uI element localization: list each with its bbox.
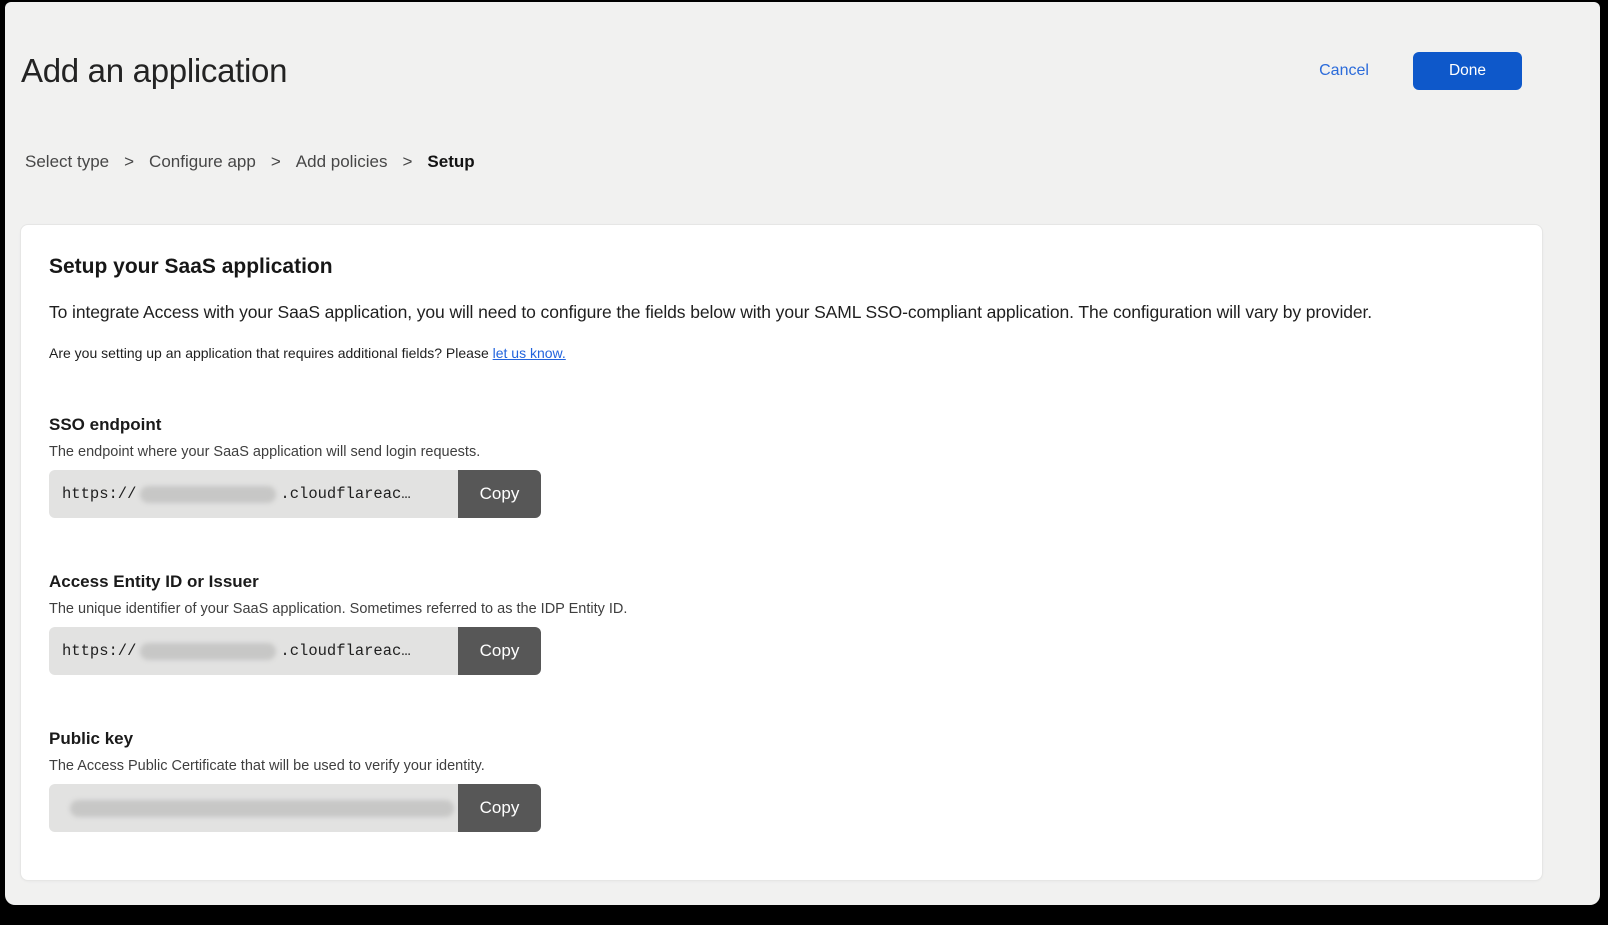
done-button[interactable]: Done bbox=[1413, 52, 1522, 90]
value-prefix: https:// bbox=[62, 642, 136, 660]
access-entity-id-description: The unique identifier of your SaaS appli… bbox=[49, 601, 1514, 617]
redacted-value-blur bbox=[140, 643, 276, 660]
breadcrumb: Select type > Configure app > Add polici… bbox=[25, 152, 1600, 172]
breadcrumb-separator: > bbox=[271, 152, 281, 172]
field-public-key: Public key The Access Public Certificate… bbox=[49, 729, 1514, 832]
breadcrumb-item-select-type[interactable]: Select type bbox=[25, 152, 109, 172]
breadcrumb-separator: > bbox=[124, 152, 134, 172]
access-entity-id-value-box: https:// .cloudflareac… Copy bbox=[49, 627, 541, 675]
access-entity-id-label: Access Entity ID or Issuer bbox=[49, 572, 1514, 592]
redacted-value-blur bbox=[70, 800, 454, 817]
field-access-entity-id: Access Entity ID or Issuer The unique id… bbox=[49, 572, 1514, 675]
breadcrumb-separator: > bbox=[402, 152, 412, 172]
value-suffix: .cloudflareac… bbox=[280, 485, 410, 503]
public-key-value-box: Copy bbox=[49, 784, 541, 832]
breadcrumb-item-setup[interactable]: Setup bbox=[427, 152, 474, 172]
card-note-text: Are you setting up an application that r… bbox=[49, 345, 493, 361]
sso-endpoint-copy-button[interactable]: Copy bbox=[458, 470, 541, 518]
cancel-button[interactable]: Cancel bbox=[1319, 62, 1369, 80]
page-header: Add an application Cancel Done bbox=[5, 2, 1600, 90]
value-prefix: https:// bbox=[62, 485, 136, 503]
sso-endpoint-value-box: https:// .cloudflareac… Copy bbox=[49, 470, 541, 518]
access-entity-id-value: https:// .cloudflareac… bbox=[49, 627, 458, 675]
breadcrumb-item-add-policies[interactable]: Add policies bbox=[296, 152, 388, 172]
header-actions: Cancel Done bbox=[1319, 52, 1522, 90]
public-key-value bbox=[49, 784, 458, 832]
value-suffix: .cloudflareac… bbox=[280, 642, 410, 660]
access-entity-id-copy-button[interactable]: Copy bbox=[458, 627, 541, 675]
sso-endpoint-label: SSO endpoint bbox=[49, 415, 1514, 435]
public-key-description: The Access Public Certificate that will … bbox=[49, 758, 1514, 774]
breadcrumb-item-configure-app[interactable]: Configure app bbox=[149, 152, 256, 172]
sso-endpoint-description: The endpoint where your SaaS application… bbox=[49, 444, 1514, 460]
setup-card: Setup your SaaS application To integrate… bbox=[20, 224, 1543, 881]
field-sso-endpoint: SSO endpoint The endpoint where your Saa… bbox=[49, 415, 1514, 518]
card-intro-text: To integrate Access with your SaaS appli… bbox=[49, 302, 1514, 323]
card-heading: Setup your SaaS application bbox=[49, 255, 1514, 279]
redacted-value-blur bbox=[140, 486, 276, 503]
page: Add an application Cancel Done Select ty… bbox=[5, 2, 1600, 905]
let-us-know-link[interactable]: let us know. bbox=[493, 345, 566, 361]
page-title: Add an application bbox=[21, 52, 287, 90]
public-key-label: Public key bbox=[49, 729, 1514, 749]
card-note: Are you setting up an application that r… bbox=[49, 345, 1514, 361]
sso-endpoint-value: https:// .cloudflareac… bbox=[49, 470, 458, 518]
public-key-copy-button[interactable]: Copy bbox=[458, 784, 541, 832]
